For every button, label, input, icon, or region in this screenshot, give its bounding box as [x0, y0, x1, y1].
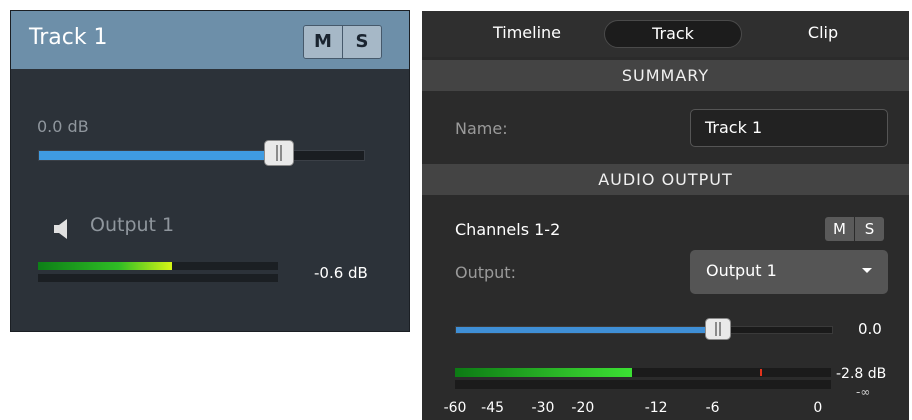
meter-scale-tick: -6: [705, 400, 720, 416]
name-field[interactable]: Track 1: [690, 109, 888, 147]
channel-volume-slider-fill: [456, 327, 720, 333]
output-select[interactable]: Output 1: [690, 250, 888, 294]
tab-clip[interactable]: Clip: [778, 23, 868, 42]
channel-solo-button[interactable]: S: [854, 217, 884, 241]
tab-track[interactable]: Track: [604, 20, 742, 48]
meter-scale: -60 -45 -30 -20 -12 -6 0: [422, 400, 909, 418]
meter-scale-tick: -60: [443, 400, 467, 416]
level-meter: [38, 262, 278, 282]
dropdown-caret-icon: [862, 268, 872, 273]
tab-timeline[interactable]: Timeline: [472, 23, 582, 42]
meter-db-readout: -0.6 dB: [314, 264, 368, 282]
name-label: Name:: [455, 119, 508, 138]
audio-output-section-header: AUDIO OUTPUT: [422, 164, 909, 195]
channel-volume-value: 0.0: [858, 320, 882, 338]
solo-button[interactable]: S: [342, 26, 381, 58]
speaker-icon: [54, 219, 67, 239]
meter-channel-left: [38, 262, 278, 270]
meter-peak-indicator: [759, 369, 762, 376]
output-select-value: Output 1: [706, 261, 777, 280]
track-inspector-compact: Track 1 M S 0.0 dB Output 1 -0.6 dB: [10, 10, 410, 332]
channel-mute-button[interactable]: M: [825, 217, 854, 241]
meter-scale-tick: -45: [481, 400, 505, 416]
channel-level-meter: [455, 368, 831, 390]
output-select-label: Output:: [455, 263, 516, 282]
meter-channel-right: [38, 274, 278, 282]
mute-solo-group: M S: [303, 25, 382, 59]
volume-slider-thumb[interactable]: [263, 140, 294, 166]
meter-channel-1: [455, 368, 831, 377]
mute-button[interactable]: M: [304, 26, 342, 58]
track-header: Track 1 M S: [11, 11, 409, 69]
volume-db-readout: 0.0 dB: [37, 117, 89, 136]
meter-level-fill: [38, 262, 173, 270]
meter-scale-tick: 0: [813, 400, 823, 416]
output-label: Output 1: [90, 214, 175, 236]
meter-level-fill: [455, 368, 632, 377]
volume-slider-track[interactable]: [38, 150, 365, 161]
meter-scale-tick: -30: [531, 400, 555, 416]
inspector-tabs: Timeline Track Clip: [422, 11, 909, 57]
channels-label: Channels 1-2: [455, 220, 561, 239]
channel-mute-solo-group: M S: [825, 217, 884, 241]
track-title: Track 1: [29, 25, 108, 50]
meter-scale-tick: -20: [571, 400, 595, 416]
channel-meter-min-readout: -∞: [856, 385, 871, 399]
volume-slider-fill: [39, 151, 280, 160]
channel-volume-slider-track[interactable]: [455, 326, 833, 334]
meter-scale-tick: -12: [644, 400, 668, 416]
summary-section-header: SUMMARY: [422, 60, 909, 91]
channel-volume-slider-thumb[interactable]: [705, 318, 732, 340]
channel-meter-db-readout: -2.8 dB: [836, 366, 887, 382]
inspector-panel: Timeline Track Clip SUMMARY Name: Track …: [422, 11, 909, 420]
meter-channel-2: [455, 380, 831, 389]
